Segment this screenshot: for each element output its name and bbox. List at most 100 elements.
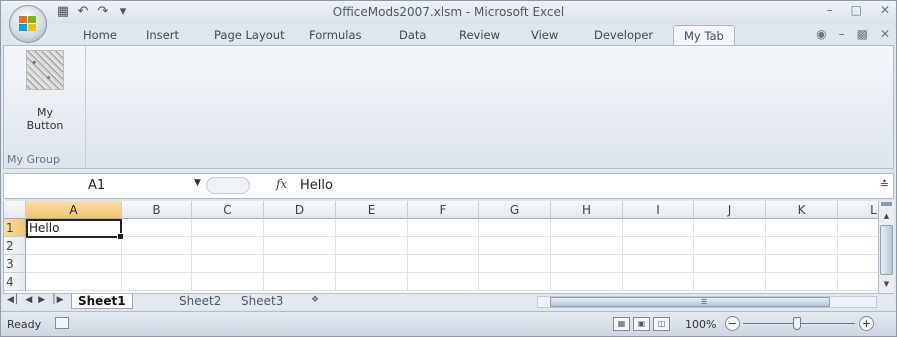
row-header[interactable]: 2 <box>4 237 26 255</box>
hscroll-thumb[interactable]: ☰ <box>550 297 830 307</box>
cell-E1[interactable] <box>336 219 408 237</box>
cell-A1[interactable]: Hello <box>26 219 122 237</box>
tab-view[interactable]: View <box>531 28 558 42</box>
cell-G2[interactable] <box>479 237 551 255</box>
zoom-slider-knob[interactable] <box>793 317 801 330</box>
tab-formulas[interactable]: Formulas <box>309 28 362 42</box>
next-sheet-icon[interactable]: ▶ <box>38 295 45 305</box>
cell-E2[interactable] <box>336 237 408 255</box>
column-header[interactable]: A <box>26 201 122 219</box>
cell-L3[interactable] <box>838 255 878 273</box>
scroll-thumb[interactable] <box>880 225 893 275</box>
cell-C1[interactable] <box>192 219 264 237</box>
column-header[interactable]: I <box>623 201 694 219</box>
last-sheet-icon[interactable]: │▶ <box>51 295 63 305</box>
my-button[interactable]: My Button <box>8 48 82 148</box>
zoom-out-icon[interactable]: − <box>725 316 740 331</box>
cell-I1[interactable] <box>623 219 694 237</box>
macro-record-icon[interactable] <box>55 317 69 329</box>
column-header[interactable]: C <box>192 201 264 219</box>
column-header[interactable]: K <box>766 201 838 219</box>
chevron-down-icon[interactable]: ▼ <box>194 178 201 188</box>
cell-B4[interactable] <box>122 273 192 291</box>
column-header[interactable]: B <box>122 201 192 219</box>
column-header[interactable]: D <box>264 201 336 219</box>
cell-D4[interactable] <box>264 273 336 291</box>
select-all-corner[interactable] <box>4 201 26 219</box>
formula-input[interactable]: Hello <box>300 178 333 193</box>
insert-sheet-icon[interactable]: ❖ <box>307 295 323 308</box>
cell-G1[interactable] <box>479 219 551 237</box>
minimize-icon[interactable]: – <box>827 3 833 17</box>
cell-A2[interactable] <box>26 237 122 255</box>
sheet-tab-sheet1[interactable]: Sheet1 <box>71 294 133 309</box>
cell-B3[interactable] <box>122 255 192 273</box>
column-header[interactable]: F <box>408 201 479 219</box>
cell-K4[interactable] <box>766 273 838 291</box>
expand-formula-bar-icon[interactable]: ≛ <box>880 178 889 191</box>
cell-F2[interactable] <box>408 237 479 255</box>
maximize-icon[interactable]: □ <box>851 3 862 17</box>
tab-data[interactable]: Data <box>399 28 426 42</box>
normal-view-icon[interactable]: ▦ <box>613 317 630 331</box>
insert-function-icon[interactable]: fx <box>276 177 287 191</box>
cell-G4[interactable] <box>479 273 551 291</box>
cell-C4[interactable] <box>192 273 264 291</box>
cell-C2[interactable] <box>192 237 264 255</box>
tab-page-layout[interactable]: Page Layout <box>214 28 285 42</box>
ribbon-minimize-icon[interactable]: – <box>839 27 845 41</box>
redo-icon[interactable]: ↷ <box>95 4 111 20</box>
column-header[interactable]: J <box>694 201 766 219</box>
cell-B2[interactable] <box>122 237 192 255</box>
cell-G3[interactable] <box>479 255 551 273</box>
cell-D3[interactable] <box>264 255 336 273</box>
undo-icon[interactable]: ↶ <box>75 4 91 20</box>
cell-H3[interactable] <box>551 255 623 273</box>
cell-A3[interactable] <box>26 255 122 273</box>
cell-H1[interactable] <box>551 219 623 237</box>
scroll-up-icon[interactable]: ▲ <box>879 209 894 223</box>
sheet-tab-sheet2[interactable]: Sheet2 <box>179 294 221 309</box>
tab-review[interactable]: Review <box>459 28 500 42</box>
column-header[interactable]: G <box>479 201 551 219</box>
cell-F3[interactable] <box>408 255 479 273</box>
ribbon-restore-icon[interactable]: ▩ <box>857 27 868 41</box>
row-header[interactable]: 4 <box>4 273 26 291</box>
column-header[interactable]: H <box>551 201 623 219</box>
cell-L2[interactable] <box>838 237 878 255</box>
cell-C3[interactable] <box>192 255 264 273</box>
horizontal-scrollbar[interactable]: ☰ <box>537 296 877 308</box>
name-box[interactable]: A1 ▼ <box>4 174 204 198</box>
row-header[interactable]: 3 <box>4 255 26 273</box>
page-break-view-icon[interactable]: ◫ <box>653 317 670 331</box>
cell-I2[interactable] <box>623 237 694 255</box>
page-layout-view-icon[interactable]: ▣ <box>633 317 650 331</box>
zoom-level[interactable]: 100% <box>685 318 716 331</box>
vertical-scrollbar[interactable]: ▲ ▼ <box>878 201 894 293</box>
cell-D2[interactable] <box>264 237 336 255</box>
cell-J2[interactable] <box>694 237 766 255</box>
ribbon-close-icon[interactable]: ✕ <box>880 27 890 41</box>
cell-E3[interactable] <box>336 255 408 273</box>
office-button[interactable] <box>9 5 47 43</box>
cell-K1[interactable] <box>766 219 838 237</box>
cell-I4[interactable] <box>623 273 694 291</box>
cell-D1[interactable] <box>264 219 336 237</box>
customize-qat-icon[interactable]: ▾ <box>115 4 131 20</box>
cell-H4[interactable] <box>551 273 623 291</box>
cell-K3[interactable] <box>766 255 838 273</box>
tab-my-tab[interactable]: My Tab <box>673 25 735 47</box>
cell-I3[interactable] <box>623 255 694 273</box>
split-handle[interactable] <box>881 202 892 206</box>
cell-A4[interactable] <box>26 273 122 291</box>
save-icon[interactable]: ▦ <box>55 4 71 20</box>
tab-home[interactable]: Home <box>83 28 117 42</box>
zoom-in-icon[interactable]: + <box>859 316 874 331</box>
cell-F4[interactable] <box>408 273 479 291</box>
first-sheet-icon[interactable]: ◀│ <box>7 295 19 305</box>
cell-J1[interactable] <box>694 219 766 237</box>
column-header[interactable]: E <box>336 201 408 219</box>
cell-H2[interactable] <box>551 237 623 255</box>
cell-L1[interactable] <box>838 219 878 237</box>
sheet-tab-sheet3[interactable]: Sheet3 <box>241 294 283 309</box>
